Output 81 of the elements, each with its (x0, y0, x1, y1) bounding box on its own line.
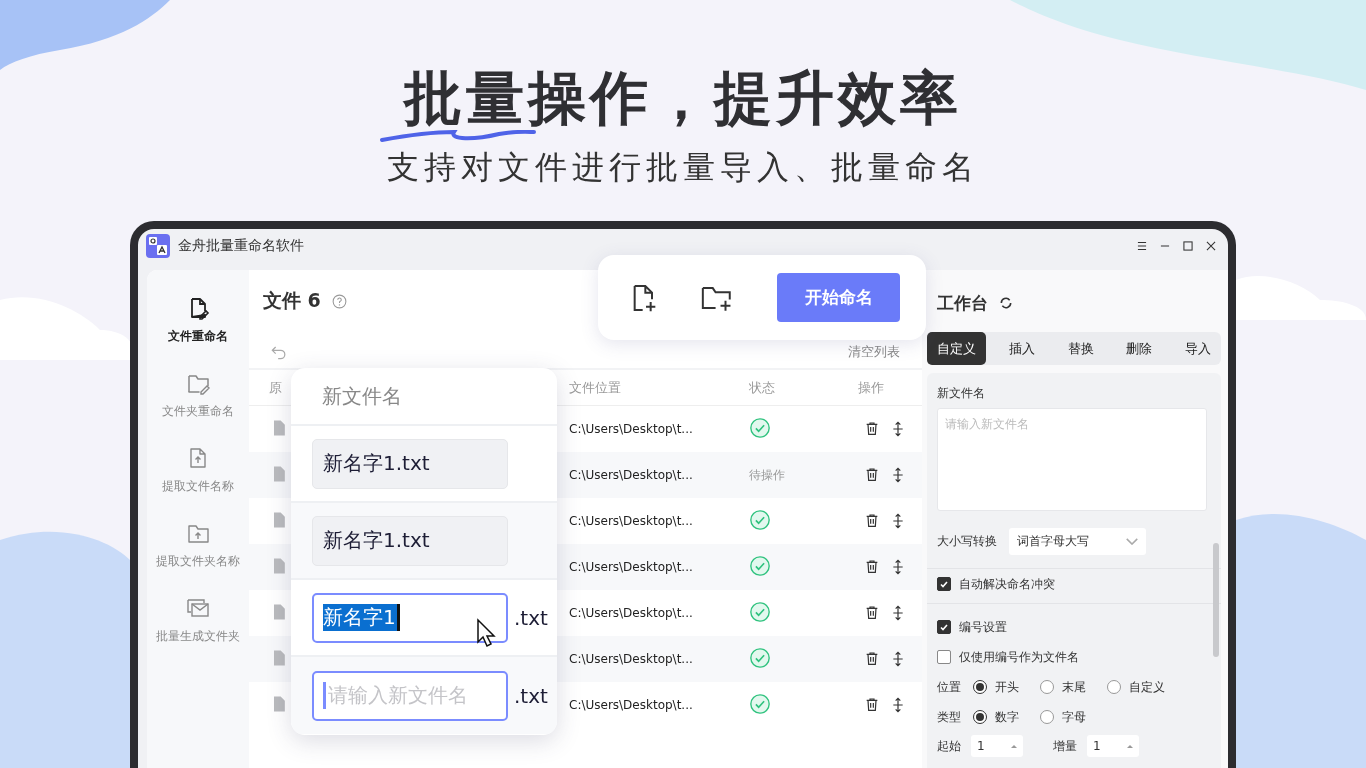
move-icon[interactable] (890, 697, 906, 713)
check-icon (940, 623, 948, 631)
trash-icon[interactable] (864, 697, 880, 713)
clear-list-button[interactable]: 清空列表 (848, 343, 900, 361)
column-header: 操作 (858, 378, 884, 397)
radio-option[interactable]: 开头 (973, 678, 1028, 696)
file-location: C:\Users\Desktop\t... (569, 514, 694, 528)
move-icon[interactable] (890, 559, 906, 575)
maximize-icon[interactable] (1181, 238, 1195, 253)
check-icon (940, 580, 948, 588)
number-field[interactable]: 1 (1087, 735, 1139, 757)
file-location: C:\Users\Desktop\t... (569, 606, 694, 620)
checkbox[interactable] (937, 650, 951, 664)
trash-icon[interactable] (864, 513, 880, 529)
option-label: 增量 (1053, 737, 1077, 755)
start-rename-button[interactable]: 开始命名 (777, 273, 900, 322)
sidebar-item[interactable]: 文件夹重命名 (162, 371, 234, 420)
window-title: 金舟批量重命名软件 (178, 236, 305, 255)
option-label: 起始 (937, 737, 961, 755)
move-icon[interactable] (890, 513, 906, 529)
radio-option[interactable]: 自定义 (1107, 678, 1165, 696)
number-field[interactable]: 1 (971, 735, 1023, 757)
tab[interactable]: 导入 (1175, 332, 1221, 365)
move-icon[interactable] (890, 605, 906, 621)
file-location: C:\Users\Desktop\t... (569, 652, 694, 666)
tab[interactable]: 插入 (998, 332, 1045, 365)
checkbox[interactable] (937, 577, 951, 591)
spinner-up-icon[interactable] (1011, 744, 1017, 748)
file-location: C:\Users\Desktop\t... (569, 698, 694, 712)
radio-option[interactable]: 末尾 (1040, 678, 1095, 696)
mouse-pointer-icon (476, 618, 498, 648)
move-icon[interactable] (890, 651, 906, 667)
sidebar-item[interactable]: 批量生成文件夹 (156, 596, 240, 645)
sidebar-item[interactable]: 提取文件夹名称 (156, 521, 240, 570)
spinner-up-icon[interactable] (1127, 744, 1133, 748)
extension-text: .txt (514, 683, 548, 708)
file-name-field[interactable]: 新名字1.txt (312, 438, 508, 489)
tab[interactable]: 自定义 (927, 332, 986, 365)
tab[interactable]: 替换 (1057, 332, 1104, 365)
field-label: 新文件名 (937, 385, 986, 402)
field-label: 大小写转换 (937, 533, 997, 550)
column-header: 原 (269, 378, 282, 397)
column-header: 状态 (749, 378, 775, 397)
trash-icon[interactable] (864, 651, 880, 667)
file-name-field[interactable]: 新名字1 (312, 592, 508, 643)
trash-icon[interactable] (864, 559, 880, 575)
move-icon[interactable] (890, 467, 906, 483)
option-label: 位置 (937, 678, 961, 696)
file-location: C:\Users\Desktop\t... (569, 560, 694, 574)
headline: 批量操作，提升效率 (404, 68, 962, 128)
refresh-icon[interactable] (998, 295, 1014, 311)
files-title: 文件 6 (263, 288, 321, 313)
popup-header: 新文件名 (322, 382, 402, 410)
help-icon[interactable] (330, 292, 348, 310)
option-label: 类型 (937, 708, 961, 726)
chevron-down-icon (1126, 538, 1138, 545)
file-location: C:\Users\Desktop\t... (569, 468, 694, 482)
trash-icon[interactable] (864, 605, 880, 621)
move-icon[interactable] (890, 421, 906, 437)
sidebar-item[interactable]: 文件重命名 (168, 296, 228, 345)
file-name-field[interactable]: 新名字1.txt (312, 515, 508, 566)
extension-text: .txt (514, 605, 548, 630)
workbench-title: 工作台 (937, 291, 988, 315)
app-logo-icon (146, 233, 170, 258)
case-dropdown[interactable]: 词首字母大写 (1009, 528, 1146, 555)
trash-icon[interactable] (864, 467, 880, 483)
subheadline: 支持对文件进行批量导入、批量命名 (387, 147, 979, 188)
sidebar-item[interactable]: 提取文件名称 (162, 446, 234, 495)
radio-option[interactable]: 字母 (1040, 708, 1086, 726)
checkbox-label: 编号设置 (959, 618, 1007, 636)
checkbox-label: 仅使用编号作为文件名 (959, 648, 1079, 666)
trash-icon[interactable] (864, 421, 880, 437)
radio-option[interactable]: 数字 (973, 708, 1028, 726)
file-location: C:\Users\Desktop\t... (569, 422, 694, 436)
checkbox[interactable] (937, 620, 951, 634)
tab[interactable]: 删除 (1116, 332, 1163, 365)
column-header: 文件位置 (569, 378, 621, 397)
checkbox-label: 自动解决命名冲突 (959, 575, 1055, 593)
status-text: 待操作 (749, 467, 785, 482)
folders-icon (186, 596, 210, 620)
scrollbar[interactable] (1213, 543, 1219, 657)
